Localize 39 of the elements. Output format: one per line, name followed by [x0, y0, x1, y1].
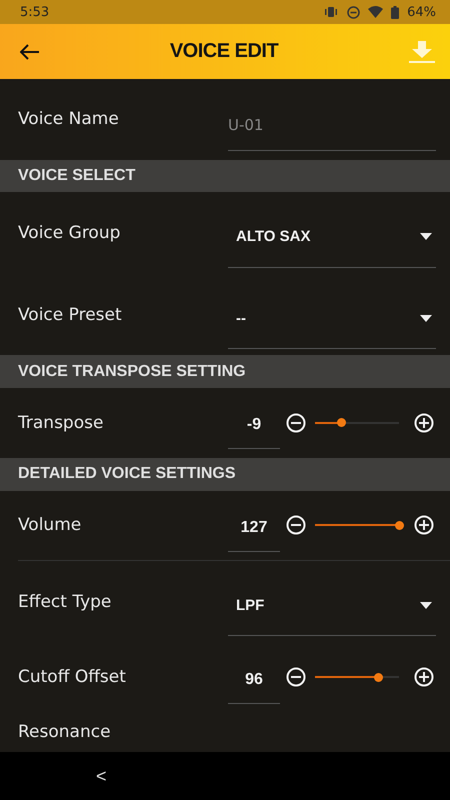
do-not-disturb-icon [347, 6, 360, 18]
battery-percent: 64% [407, 4, 436, 20]
caret-icon [420, 233, 432, 240]
screen-title: VOICE EDIT [170, 40, 278, 63]
nav-back-button[interactable]: < [92, 766, 111, 786]
text-input-field[interactable]: U-01 [228, 100, 436, 151]
battery-icon [391, 6, 400, 18]
dropdown-field[interactable]: -- [228, 288, 436, 350]
caret-icon [420, 314, 432, 322]
dropdown-field[interactable]: ALTO SAX [228, 206, 436, 268]
slider-thumb[interactable] [374, 672, 383, 682]
slider-thumb[interactable] [394, 520, 404, 530]
field-label: Transpose [18, 412, 104, 433]
wifi-icon [368, 6, 384, 18]
plus-icon[interactable] [414, 667, 434, 688]
value-field[interactable]: -9 [228, 402, 280, 450]
field-label: Voice Group [18, 223, 122, 244]
field-label: Cutoff Offset [18, 667, 127, 688]
field-label: Voice Preset [18, 304, 123, 325]
field-label: Effect Type [18, 592, 112, 612]
field-label: Resonance [18, 722, 112, 742]
value-field[interactable]: 96 [228, 656, 280, 704]
field-label: Voice Name [18, 109, 120, 130]
slider-thumb[interactable] [336, 418, 346, 428]
value-field[interactable]: 127 [228, 504, 280, 552]
minus-icon[interactable] [286, 412, 306, 433]
dropdown-field[interactable]: LPF [228, 575, 436, 636]
minus-icon[interactable] [286, 667, 306, 688]
vibrate-icon [323, 6, 340, 18]
back-arrow-icon[interactable] [20, 44, 40, 60]
plus-icon[interactable] [414, 412, 434, 433]
section-header: DETAILED VOICE SETTINGS [0, 458, 450, 491]
field-label: Volume [18, 515, 82, 536]
section-header: VOICE SELECT [0, 160, 450, 192]
status-time: 5:53 [20, 4, 50, 20]
minus-icon[interactable] [286, 515, 306, 536]
section-header: VOICE TRANSPOSE SETTING [0, 355, 450, 388]
caret-icon [420, 602, 432, 609]
plus-icon[interactable] [414, 515, 434, 536]
